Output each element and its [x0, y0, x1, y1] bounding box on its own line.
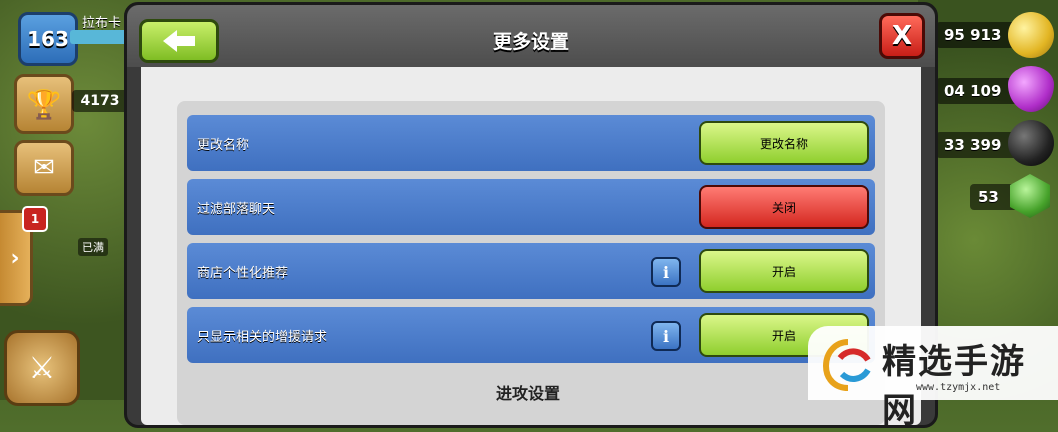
watermark: 精选手游网 www.tzymjx.net — [808, 326, 1058, 431]
notification-badge: 1 — [22, 206, 48, 232]
settings-row-filter-clan-chat: 过滤部落聊天 关闭 — [187, 179, 875, 235]
row-label: 只显示相关的增援请求 — [197, 329, 328, 345]
mail-button[interactable]: ✉ — [14, 140, 74, 196]
shop-recommendations-toggle[interactable]: 开启 — [699, 249, 869, 293]
settings-panel: 更改名称 更改名称 过滤部落聊天 关闭 商店个性化推荐 i 开启 只显示相关的增… — [177, 101, 885, 425]
player-level-badge[interactable]: 163 — [18, 12, 78, 66]
battle-button[interactable]: ⚔ — [4, 330, 80, 406]
change-name-button[interactable]: 更改名称 — [699, 121, 869, 165]
settings-row-relevant-reinforcements: 只显示相关的增援请求 i 开启 — [187, 307, 875, 363]
filter-clan-chat-toggle[interactable]: 关闭 — [699, 185, 869, 229]
dark-elixir-icon — [1008, 120, 1054, 166]
building-status-label: 已满 — [78, 238, 108, 256]
settings-row-change-name: 更改名称 更改名称 — [187, 115, 875, 171]
crossed-swords-icon: ⚔ — [28, 350, 56, 386]
row-label: 商店个性化推荐 — [197, 265, 289, 281]
chevron-right-icon: › — [10, 245, 20, 271]
row-label: 过滤部落聊天 — [197, 201, 276, 217]
envelope-icon: ✉ — [33, 153, 55, 183]
dialog-body: 更改名称 更改名称 过滤部落聊天 关闭 商店个性化推荐 i 开启 只显示相关的增… — [141, 67, 921, 425]
trophy-button[interactable]: 🏆 — [14, 74, 74, 134]
watermark-url: www.tzymjx.net — [916, 382, 1001, 393]
settings-row-shop-recommendations: 商店个性化推荐 i 开启 — [187, 243, 875, 299]
trophy-icon: 🏆 — [26, 87, 62, 121]
info-icon[interactable]: i — [651, 321, 681, 351]
watermark-logo-icon — [822, 339, 871, 391]
close-button[interactable]: X — [879, 13, 925, 59]
gold-icon — [1008, 12, 1054, 58]
trophy-count: 4173 — [72, 90, 128, 112]
close-icon: X — [891, 21, 913, 51]
row-label: 更改名称 — [197, 137, 250, 153]
player-name: 拉布卡 — [82, 16, 122, 31]
info-icon[interactable]: i — [651, 257, 681, 287]
dialog-header: 更多设置 X — [127, 5, 935, 67]
dialog-title: 更多设置 — [492, 31, 569, 53]
